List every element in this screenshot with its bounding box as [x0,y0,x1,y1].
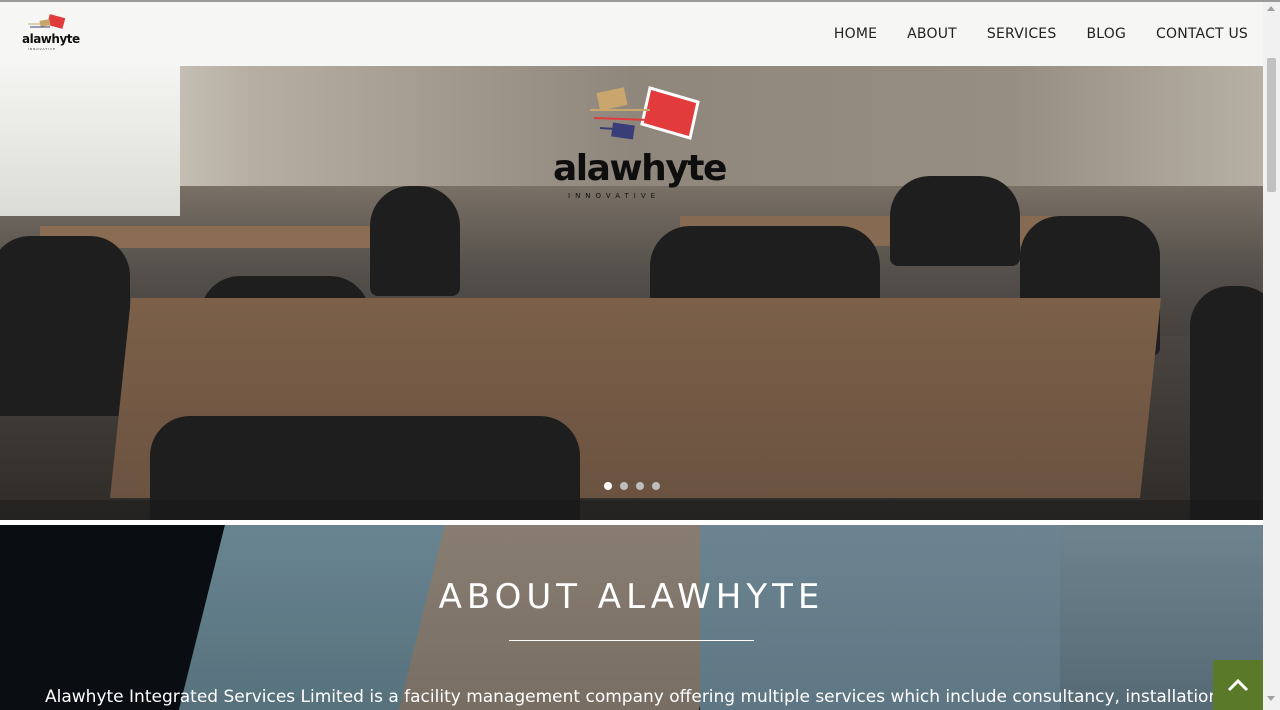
logo-mark-icon [590,86,700,140]
scroll-down-arrow-icon[interactable] [1267,696,1275,701]
nav-services[interactable]: SERVICES [987,26,1057,42]
site-header: alawhyte INNOVATIVE HOME ABOUT SERVICES … [0,2,1263,66]
hero-logo: alawhyte INNOVATIVE [548,80,727,210]
about-bg-overlay [0,525,1263,710]
hero-photo-chair [0,236,130,416]
slider-dot-4[interactable] [652,482,660,490]
nav-home[interactable]: HOME [834,26,877,42]
nav-contact-us[interactable]: CONTACT US [1156,26,1248,42]
slider-dots [604,482,660,490]
about-title-underline [509,640,754,641]
site-logo[interactable]: alawhyte INNOVATIVE [20,14,80,52]
about-title: ABOUT ALAWHYTE [438,577,825,617]
scroll-up-arrow-icon[interactable] [1267,6,1275,11]
about-section: ABOUT ALAWHYTE Alawhyte Integrated Servi… [0,525,1263,710]
hero-photo-chair [1190,286,1263,520]
main-nav: HOME ABOUT SERVICES BLOG CONTACT US [804,26,1248,42]
hero-logo-tagline: INNOVATIVE [568,192,661,200]
slider-dot-3[interactable] [636,482,644,490]
nav-blog[interactable]: BLOG [1086,26,1126,42]
scroll-thumb[interactable] [1267,58,1276,192]
hero-photo-window [0,66,180,216]
about-text: Alawhyte Integrated Services Limited is … [45,687,1263,707]
chevron-up-icon [1227,678,1249,692]
hero-logo-wordmark: alawhyte [553,148,727,189]
nav-about[interactable]: ABOUT [907,26,957,42]
logo-wordmark: alawhyte [22,32,80,46]
back-to-top-button[interactable] [1213,660,1263,710]
hero-photo-chair [370,186,460,296]
slider-dot-1[interactable] [604,482,612,490]
page-scrollbar[interactable] [1263,2,1280,710]
hero-caption-bar [0,500,1263,520]
hero-slider[interactable]: alawhyte INNOVATIVE [0,66,1263,520]
slider-dot-2[interactable] [620,482,628,490]
hero-photo-chair [890,176,1020,266]
logo-tagline: INNOVATIVE [28,47,57,51]
